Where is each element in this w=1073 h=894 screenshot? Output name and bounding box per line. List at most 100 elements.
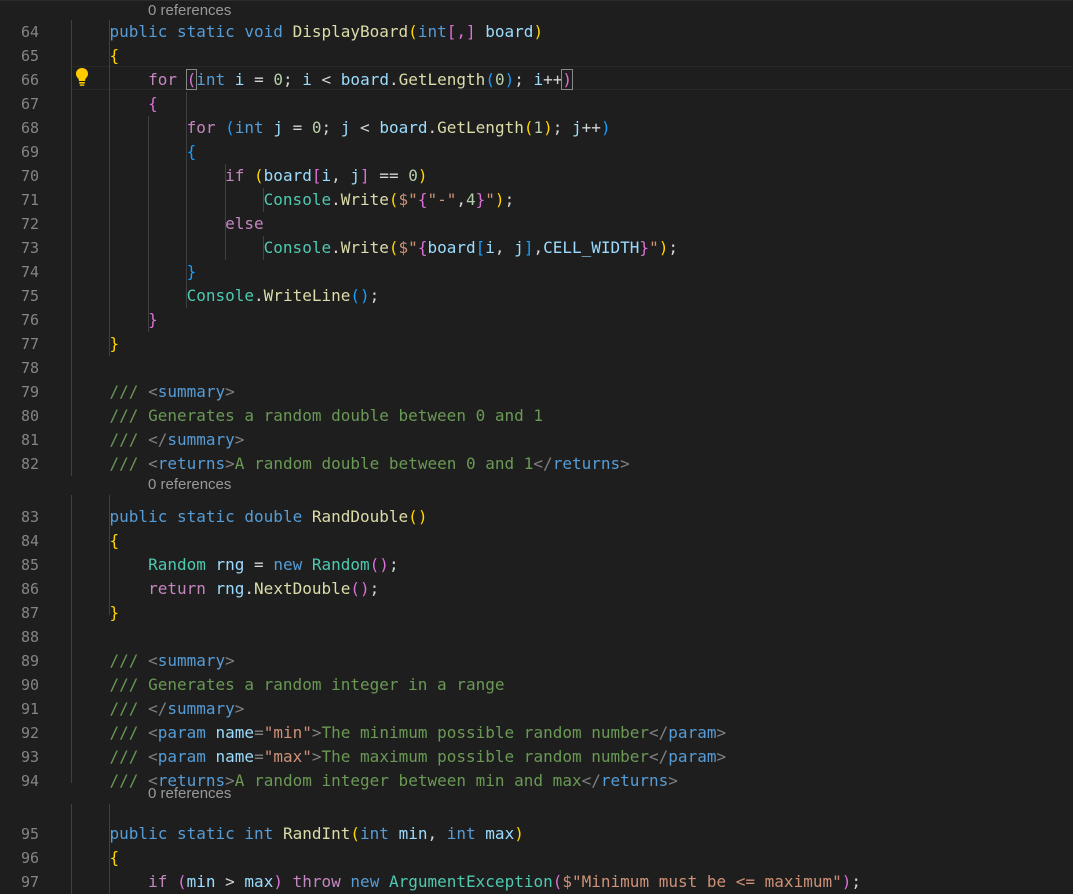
code-text[interactable]: public static void DisplayBoard(int[,] b…: [71, 20, 544, 44]
code-text[interactable]: for (int j = 0; j < board.GetLength(1); …: [71, 116, 611, 140]
line-number[interactable]: 87: [0, 601, 39, 625]
code-line[interactable]: 76 }: [0, 308, 1073, 332]
code-text[interactable]: /// <summary>: [71, 649, 235, 673]
code-line[interactable]: 80 /// Generates a random double between…: [0, 404, 1073, 428]
line-number[interactable]: 83: [0, 505, 39, 529]
code-line[interactable]: 86 return rng.NextDouble();: [0, 577, 1073, 601]
line-number[interactable]: 86: [0, 577, 39, 601]
code-line[interactable]: 85 Random rng = new Random();: [0, 553, 1073, 577]
code-text[interactable]: /// <summary>: [71, 380, 235, 404]
code-line[interactable]: 77 }: [0, 332, 1073, 356]
line-number[interactable]: 91: [0, 697, 39, 721]
line-number[interactable]: 96: [0, 846, 39, 870]
line-number[interactable]: 72: [0, 212, 39, 236]
code-text[interactable]: {: [71, 140, 197, 164]
code-line[interactable]: 73 Console.Write($"{board[i, j],CELL_WID…: [0, 236, 1073, 260]
codelens-references[interactable]: 0 references: [148, 0, 231, 22]
code-text[interactable]: public static int RandInt(int min, int m…: [71, 822, 524, 846]
code-text[interactable]: }: [71, 601, 120, 625]
code-text[interactable]: {: [71, 846, 120, 870]
code-line[interactable]: 66 for (int i = 0; i < board.GetLength(0…: [0, 68, 1073, 92]
code-text[interactable]: return rng.NextDouble();: [71, 577, 379, 601]
codelens-references[interactable]: 0 references: [148, 474, 231, 496]
code-text[interactable]: {: [71, 529, 120, 553]
code-line[interactable]: 78: [0, 356, 1073, 380]
code-line[interactable]: 72 else: [0, 212, 1073, 236]
code-text[interactable]: public static double RandDouble(): [71, 505, 428, 529]
code-text[interactable]: for (int i = 0; i < board.GetLength(0); …: [71, 68, 574, 92]
line-number[interactable]: 76: [0, 308, 39, 332]
code-text[interactable]: Console.Write($"{board[i, j],CELL_WIDTH}…: [71, 236, 678, 260]
code-text[interactable]: }: [71, 260, 197, 284]
codelens-row[interactable]: 0 references: [0, 474, 1073, 496]
code-text[interactable]: Console.WriteLine();: [71, 284, 380, 308]
line-number[interactable]: 89: [0, 649, 39, 673]
line-number[interactable]: 93: [0, 745, 39, 769]
code-text[interactable]: }: [71, 308, 158, 332]
line-number[interactable]: 64: [0, 20, 39, 44]
line-number[interactable]: 68: [0, 116, 39, 140]
line-number[interactable]: 66: [0, 68, 39, 92]
code-line[interactable]: 70 if (board[i, j] == 0): [0, 164, 1073, 188]
code-line[interactable]: 94 /// <returns>A random integer between…: [0, 769, 1073, 793]
code-text[interactable]: /// Generates a random double between 0 …: [71, 404, 543, 428]
code-text[interactable]: Random rng = new Random();: [71, 553, 399, 577]
code-text[interactable]: /// <returns>A random double between 0 a…: [71, 452, 630, 476]
line-number[interactable]: 90: [0, 673, 39, 697]
code-line[interactable]: 96 {: [0, 846, 1073, 870]
line-number[interactable]: 73: [0, 236, 39, 260]
code-text[interactable]: /// </summary>: [71, 428, 245, 452]
line-number[interactable]: 92: [0, 721, 39, 745]
code-text[interactable]: if (min > max) throw new ArgumentExcepti…: [71, 870, 861, 894]
line-number[interactable]: 97: [0, 870, 39, 894]
code-line[interactable]: 68 for (int j = 0; j < board.GetLength(1…: [0, 116, 1073, 140]
line-number[interactable]: 71: [0, 188, 39, 212]
codelens-row[interactable]: 0 references: [0, 0, 1073, 22]
code-text[interactable]: Console.Write($"{"-",4}");: [71, 188, 515, 212]
code-text[interactable]: /// <param name="max">The maximum possib…: [71, 745, 727, 769]
code-line[interactable]: 82 /// <returns>A random double between …: [0, 452, 1073, 476]
code-line[interactable]: 65 {: [0, 44, 1073, 68]
code-line[interactable]: 75 Console.WriteLine();: [0, 284, 1073, 308]
line-number[interactable]: 75: [0, 284, 39, 308]
code-line[interactable]: 83 public static double RandDouble(): [0, 505, 1073, 529]
code-line[interactable]: 88: [0, 625, 1073, 649]
code-text[interactable]: else: [71, 212, 264, 236]
code-text[interactable]: if (board[i, j] == 0): [71, 164, 427, 188]
code-line[interactable]: 64 public static void DisplayBoard(int[,…: [0, 20, 1073, 44]
code-line[interactable]: 89 /// <summary>: [0, 649, 1073, 673]
code-line[interactable]: 69 {: [0, 140, 1073, 164]
code-line[interactable]: 84 {: [0, 529, 1073, 553]
line-number[interactable]: 78: [0, 356, 39, 380]
line-number[interactable]: 67: [0, 92, 39, 116]
code-text[interactable]: /// <param name="min">The minimum possib…: [71, 721, 727, 745]
code-text[interactable]: /// <returns>A random integer between mi…: [71, 769, 678, 793]
code-line[interactable]: 95 public static int RandInt(int min, in…: [0, 822, 1073, 846]
line-number[interactable]: 65: [0, 44, 39, 68]
code-line[interactable]: 74 }: [0, 260, 1073, 284]
code-line[interactable]: 90 /// Generates a random integer in a r…: [0, 673, 1073, 697]
code-text[interactable]: {: [71, 92, 158, 116]
code-line[interactable]: 97 if (min > max) throw new ArgumentExce…: [0, 870, 1073, 894]
line-number[interactable]: 77: [0, 332, 39, 356]
code-text[interactable]: /// Generates a random integer in a rang…: [71, 673, 505, 697]
line-number[interactable]: 79: [0, 380, 39, 404]
line-number[interactable]: 70: [0, 164, 39, 188]
line-number[interactable]: 69: [0, 140, 39, 164]
line-number[interactable]: 85: [0, 553, 39, 577]
code-line[interactable]: 79 /// <summary>: [0, 380, 1073, 404]
code-text[interactable]: {: [71, 44, 120, 68]
code-line[interactable]: 81 /// </summary>: [0, 428, 1073, 452]
line-number[interactable]: 88: [0, 625, 39, 649]
line-number[interactable]: 80: [0, 404, 39, 428]
line-number[interactable]: 94: [0, 769, 39, 793]
code-line[interactable]: 87 }: [0, 601, 1073, 625]
code-text[interactable]: /// </summary>: [71, 697, 245, 721]
code-line[interactable]: 71 Console.Write($"{"-",4}");: [0, 188, 1073, 212]
code-line[interactable]: 93 /// <param name="max">The maximum pos…: [0, 745, 1073, 769]
code-line[interactable]: 92 /// <param name="min">The minimum pos…: [0, 721, 1073, 745]
code-editor[interactable]: 0 references 0 references 0 references 6…: [0, 0, 1073, 894]
code-line[interactable]: 91 /// </summary>: [0, 697, 1073, 721]
line-number[interactable]: 84: [0, 529, 39, 553]
code-line[interactable]: 67 {: [0, 92, 1073, 116]
